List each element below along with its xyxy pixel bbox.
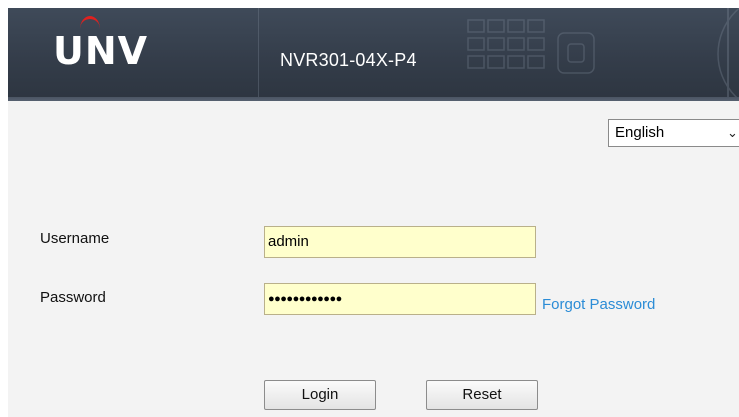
login-button[interactable]: Login <box>264 380 376 410</box>
header-banner: UNV NVR301-04X-P4 <box>8 8 739 101</box>
login-panel <box>8 101 739 417</box>
brand-logo: UNV <box>53 29 149 73</box>
page-border-top <box>0 0 739 8</box>
reset-button[interactable]: Reset <box>426 380 538 410</box>
username-input[interactable]: admin <box>264 226 536 258</box>
page-border-left <box>0 0 8 417</box>
chevron-down-icon: ⌄ <box>727 125 738 140</box>
password-input[interactable]: ●●●●●●●●●●●● <box>264 283 536 315</box>
language-select[interactable]: English ⌄ <box>608 119 739 147</box>
forgot-password-link[interactable]: Forgot Password <box>542 296 655 313</box>
device-model-label: NVR301-04X-P4 <box>280 50 417 70</box>
username-label: Username <box>40 230 110 247</box>
language-select-value: English <box>615 124 665 141</box>
password-label: Password <box>40 289 106 306</box>
